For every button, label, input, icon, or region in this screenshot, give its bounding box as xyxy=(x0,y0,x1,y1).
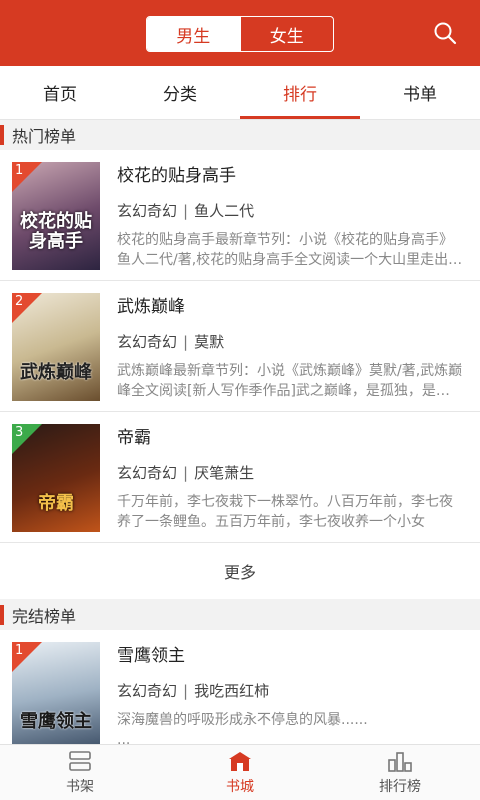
completed-list: 雪鹰领主 1 雪鹰领主 玄幻奇幻 | 我吃西红柿 深海魔兽的呼吸形成永不停息的风暴.… xyxy=(0,630,480,744)
ranking-icon xyxy=(388,751,412,772)
tab-home[interactable]: 首页 xyxy=(0,66,120,119)
gender-tab-male[interactable]: 男生 xyxy=(147,17,240,51)
nav-bookshelf[interactable]: 书架 xyxy=(0,745,160,800)
bookshelf-icon xyxy=(69,750,91,771)
bottom-nav: 书架 书城 排行榜 xyxy=(0,744,480,800)
tab-ranking[interactable]: 排行 xyxy=(240,66,360,119)
book-meta: 玄幻奇幻 | 我吃西红柿 xyxy=(117,682,270,700)
book-genre: 玄幻奇幻 xyxy=(117,464,178,482)
book-author: 鱼人二代 xyxy=(194,202,255,220)
book-cover: 武炼巅峰 2 xyxy=(12,293,100,401)
nav-label: 排行榜 xyxy=(379,778,421,795)
rank-number: 1 xyxy=(15,163,24,178)
book-meta: 玄幻奇幻 | 厌笔萧生 xyxy=(117,464,255,482)
book-author: 厌笔萧生 xyxy=(194,464,255,482)
bookstore-icon xyxy=(229,751,251,771)
book-item[interactable]: 帝霸 3 帝霸 玄幻奇幻 | 厌笔萧生 千万年前，李七夜栽下一株翠竹。八百万年前，李… xyxy=(0,412,480,543)
section-title: 热门榜单 xyxy=(12,127,77,146)
book-item[interactable]: 武炼巅峰 2 武炼巅峰 玄幻奇幻 | 莫默 武炼巅峰最新章节列：小说《武炼巅峰》莫默… xyxy=(0,281,480,412)
book-author: 莫默 xyxy=(194,333,225,351)
cover-title: 校花的贴身高手 xyxy=(20,211,92,253)
hot-list: 校花的贴身高手 1 校花的贴身高手 玄幻奇幻 | 鱼人二代 校花的贴身高手最新章节列… xyxy=(0,150,480,599)
tab-category[interactable]: 分类 xyxy=(120,66,240,119)
book-cover: 雪鹰领主 1 xyxy=(12,642,100,744)
cover-title: 雪鹰领主 xyxy=(20,711,92,733)
book-title: 雪鹰领主 xyxy=(117,646,185,666)
book-genre: 玄幻奇幻 xyxy=(117,202,178,220)
tab-booklist[interactable]: 书单 xyxy=(360,66,480,119)
nav-label: 书架 xyxy=(66,778,94,795)
section-title: 完结榜单 xyxy=(12,607,77,626)
cover-title: 帝霸 xyxy=(38,493,74,515)
book-genre: 玄幻奇幻 xyxy=(117,682,178,700)
book-author: 我吃西红柿 xyxy=(194,682,270,700)
section-header-completed: 完结榜单 xyxy=(0,600,480,630)
nav-ranking[interactable]: 排行榜 xyxy=(320,745,480,800)
search-icon[interactable] xyxy=(432,20,458,46)
rank-number: 1 xyxy=(15,643,24,658)
book-meta: 玄幻奇幻 | 莫默 xyxy=(117,333,225,351)
book-title: 校花的贴身高手 xyxy=(117,166,236,186)
book-genre: 玄幻奇幻 xyxy=(117,333,178,351)
rank-number: 2 xyxy=(15,294,24,309)
more-button[interactable]: 更多 xyxy=(0,543,480,599)
book-title: 帝霸 xyxy=(117,428,151,448)
rank-number: 3 xyxy=(15,425,24,440)
book-description: 深海魔兽的呼吸形成永不停息的风暴...... ... xyxy=(117,712,368,744)
section-marker xyxy=(0,605,4,625)
book-description: 校花的贴身高手最新章节列：小说《校花的贴身高手》鱼人二代/著,校花的贴身高手全文… xyxy=(117,232,463,268)
book-cover: 帝霸 3 xyxy=(12,424,100,532)
book-item[interactable]: 雪鹰领主 1 雪鹰领主 玄幻奇幻 | 我吃西红柿 深海魔兽的呼吸形成永不停息的风暴.… xyxy=(0,630,480,744)
gender-tab-female[interactable]: 女生 xyxy=(239,17,334,51)
gender-switch: 男生 女生 xyxy=(146,16,334,52)
book-item[interactable]: 校花的贴身高手 1 校花的贴身高手 玄幻奇幻 | 鱼人二代 校花的贴身高手最新章节列… xyxy=(0,150,480,281)
book-title: 武炼巅峰 xyxy=(117,297,185,317)
nav-bookstore[interactable]: 书城 xyxy=(160,745,320,800)
book-description: 千万年前，李七夜栽下一株翠竹。八百万年前，李七夜养了一条鲤鱼。五百万年前，李七夜… xyxy=(117,494,453,530)
top-bar: 男生 女生 xyxy=(0,0,480,66)
cover-title: 武炼巅峰 xyxy=(20,362,92,384)
book-cover: 校花的贴身高手 1 xyxy=(12,162,100,270)
section-header-hot: 热门榜单 xyxy=(0,120,480,150)
nav-label: 书城 xyxy=(226,778,254,795)
section-marker xyxy=(0,125,4,145)
book-meta: 玄幻奇幻 | 鱼人二代 xyxy=(117,202,255,220)
book-description: 武炼巅峰最新章节列：小说《武炼巅峰》莫默/著,武炼巅峰全文阅读[新人写作季作品]… xyxy=(117,363,463,399)
category-tabs: 首页 分类 排行 书单 xyxy=(0,66,480,120)
